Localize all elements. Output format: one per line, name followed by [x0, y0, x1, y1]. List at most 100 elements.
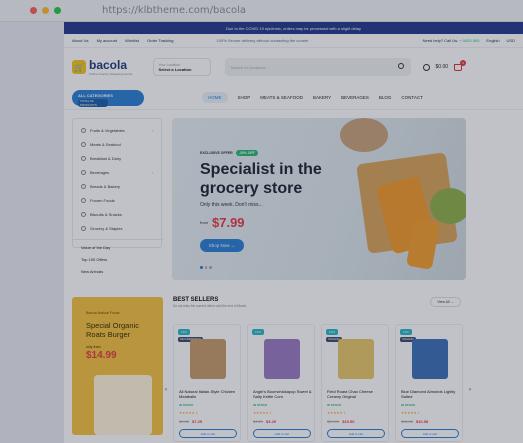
discount-badge: 15%	[326, 329, 339, 335]
link-wishlist[interactable]: Wishlist	[125, 38, 139, 43]
promo-bar: Due to the COVID 19 epidemic, orders may…	[64, 22, 523, 34]
product-price: $11.68 $10.58	[401, 419, 429, 424]
offer-badge: -20% OFF	[235, 150, 258, 156]
category-item[interactable]: Breads & Bakery	[73, 179, 161, 193]
top-links: About Us My account Wishlist Order Track…	[72, 38, 181, 43]
chevron-right-icon: ›	[151, 127, 153, 133]
carousel-dot[interactable]	[209, 266, 212, 269]
product-price: $24.00 $19.50	[327, 419, 355, 424]
language-select[interactable]: English	[486, 38, 499, 43]
sidebar-column: Fruits & Vegetables › Meats & Seafood Bre…	[72, 118, 163, 280]
category-item[interactable]: Frozen Foods	[73, 193, 161, 207]
view-all-button[interactable]: View All →	[430, 297, 461, 307]
add-to-cart-button[interactable]: Add to cart	[179, 429, 237, 438]
add-to-cart-button[interactable]: Add to cart	[401, 429, 459, 438]
side-link-new-arrivals[interactable]: New Arrivals	[73, 269, 163, 281]
rating-stars: ★★★★★ 1	[401, 411, 420, 415]
nav-shop[interactable]: SHOP	[238, 95, 251, 100]
header-icons: $0.00 0	[422, 59, 467, 71]
product-image[interactable]	[338, 339, 374, 379]
add-to-cart-button[interactable]: Add to cart	[327, 429, 385, 438]
link-about[interactable]: About Us	[72, 38, 88, 43]
cart-icon[interactable]: 0	[454, 59, 467, 71]
product-card[interactable]: 11% ORGANIC Blue Diamond Almonds Lightly…	[395, 324, 463, 442]
nav-blog[interactable]: BLOG	[379, 95, 392, 100]
main-nav: ALL CATEGORIES TOTAL 63 PRODUCTS HOME SH…	[64, 86, 523, 110]
category-icon	[81, 127, 86, 133]
browser-toolbar: https://klbtheme.com/bacola	[0, 0, 523, 22]
secure-delivery-text: 100% Secure delivery without contacting …	[216, 38, 309, 43]
chevron-right-icon[interactable]: ›	[469, 387, 471, 393]
close-window-icon[interactable]	[30, 7, 37, 14]
nav-home[interactable]: HOME	[202, 92, 228, 103]
product-price: $4.29 $3.29	[253, 419, 277, 424]
link-order-tracking[interactable]: Order Tracking	[147, 38, 173, 43]
chevron-right-icon: ›	[151, 169, 153, 175]
carousel-dot[interactable]	[204, 266, 207, 269]
hero-title: Specialist in the grocery store	[200, 161, 322, 197]
currency-select[interactable]: USD	[507, 38, 515, 43]
nav-meats-seafood[interactable]: MEATS & SEAFOOD	[260, 95, 303, 100]
basket-icon: 🛒	[72, 60, 86, 74]
banner-only-from: only-from	[86, 345, 101, 349]
location-value: Select a Location	[158, 66, 192, 72]
logo-tagline: Online Grocery Shopping Center	[89, 71, 133, 76]
chevron-left-icon[interactable]: ‹	[165, 387, 167, 393]
phone-number[interactable]: + 0020 500	[459, 38, 479, 43]
rating-stars: ★★★★★ 1	[253, 411, 272, 415]
product-image[interactable]	[190, 339, 226, 379]
banner-kicker: Bacola Natural Foods	[86, 311, 120, 315]
product-card[interactable]: 14% Angie's Boomchickapop Sweet & Salty …	[247, 324, 315, 442]
stock-status: IN STOCK	[253, 403, 268, 407]
category-item[interactable]: Grocery & Staples	[73, 221, 161, 235]
nav-beverages[interactable]: BEVERAGES	[341, 95, 369, 100]
discount-badge: 11%	[400, 329, 412, 335]
nav-links: HOME SHOP MEATS & SEAFOOD BAKERY BEVERAG…	[202, 92, 423, 103]
category-item[interactable]: Fruits & Vegetables ›	[73, 123, 161, 137]
category-item[interactable]: Meats & Seafood	[73, 137, 161, 151]
side-promo-banner[interactable]: Bacola Natural Foods Special Organic Roa…	[72, 297, 163, 435]
nav-contact[interactable]: CONTACT	[401, 95, 422, 100]
stock-status: IN STOCK	[327, 403, 342, 407]
side-link-top-offers[interactable]: Top 100 Offers	[73, 257, 163, 269]
browser-window: https://klbtheme.com/bacola Due to the C…	[0, 0, 523, 443]
product-image[interactable]	[412, 339, 448, 379]
all-categories-button[interactable]: ALL CATEGORIES TOTAL 63 PRODUCTS	[72, 89, 144, 107]
top-right: Need help? Call Us: + 0020 500 English U…	[423, 38, 515, 43]
search-icon[interactable]	[397, 63, 404, 69]
add-to-cart-button[interactable]: Add to cart	[253, 429, 311, 438]
nav-bakery[interactable]: BAKERY	[313, 95, 331, 100]
discount-badge: 19%	[178, 329, 191, 335]
product-name[interactable]: Angie's Boomchickapop Sweet & Salty Kett…	[253, 389, 313, 399]
discount-badge: 14%	[252, 329, 265, 335]
product-name[interactable]: Field Roast Chao Cheese Creamy Original	[327, 389, 387, 399]
address-bar[interactable]: https://klbtheme.com/bacola	[102, 5, 246, 16]
category-item[interactable]: Beverages ›	[73, 165, 161, 179]
product-image[interactable]	[264, 339, 300, 379]
location-select[interactable]: Your Location Select a Location	[152, 58, 211, 76]
category-icon	[81, 141, 86, 147]
product-card[interactable]: 19% RECOMMENDED All Natural Italian-Styl…	[173, 324, 241, 442]
side-links: Value of the Day Top 100 Offers New Arri…	[73, 239, 163, 281]
logo-name: bacola	[89, 57, 128, 72]
carousel-dots[interactable]	[200, 266, 212, 269]
maximize-window-icon[interactable]	[54, 7, 61, 14]
product-card[interactable]: 15% ORGANIC Field Roast Chao Cheese Crea…	[321, 324, 389, 442]
category-item[interactable]: Breakfast & Dairy	[73, 151, 161, 165]
hero-from: from	[200, 220, 208, 225]
search-input[interactable]: Search for products...	[224, 58, 411, 76]
category-item[interactable]: Biscuits & Snacks	[73, 207, 161, 221]
link-account[interactable]: My account	[97, 38, 117, 43]
product-name[interactable]: All Natural Italian-Style Chicken Meatba…	[179, 389, 239, 399]
side-link-value-of-day[interactable]: Value of the Day	[73, 245, 163, 257]
category-sidebar: Fruits & Vegetables › Meats & Seafood Bre…	[72, 118, 163, 274]
search-placeholder: Search for products...	[230, 64, 269, 70]
stock-status: IN STOCK	[179, 403, 194, 407]
shop-now-button[interactable]: Shop Now →	[200, 239, 244, 252]
top-bar: About Us My account Wishlist Order Track…	[64, 34, 523, 48]
logo[interactable]: bacola Online Grocery Shopping Center	[89, 59, 133, 76]
minimize-window-icon[interactable]	[42, 7, 49, 14]
carousel-dot[interactable]	[200, 266, 203, 269]
user-icon[interactable]	[422, 63, 430, 71]
product-name[interactable]: Blue Diamond Almonds Lightly Salted	[401, 389, 461, 399]
